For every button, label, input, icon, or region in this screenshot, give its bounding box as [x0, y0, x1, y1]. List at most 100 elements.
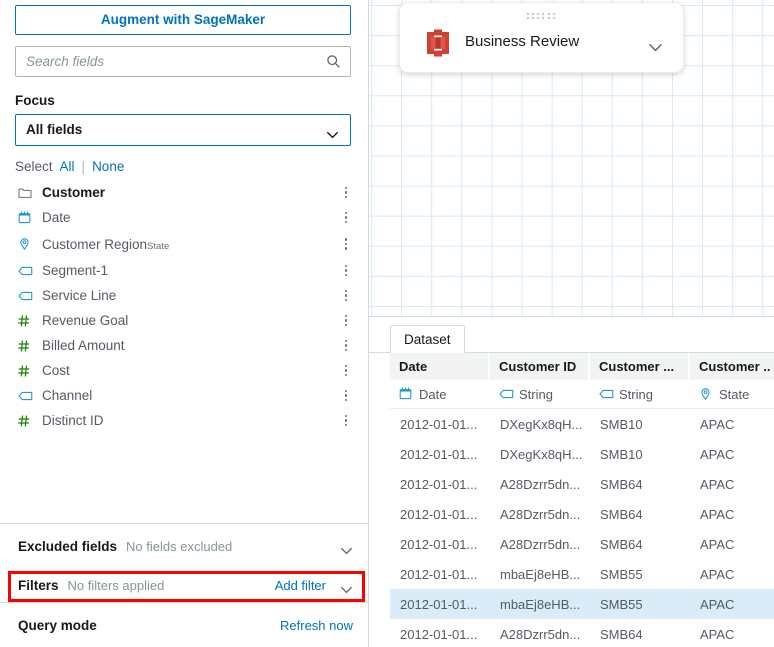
field-menu-button[interactable] — [339, 185, 353, 201]
calendar-icon — [399, 387, 413, 401]
field-text: Revenue Goal — [42, 313, 339, 328]
chevron-down-icon[interactable] — [340, 543, 353, 551]
geo-pin-icon — [18, 237, 34, 251]
field-menu-button[interactable] — [339, 210, 353, 226]
field-row[interactable]: Cost — [0, 358, 368, 383]
select-all-link[interactable]: All — [60, 159, 75, 174]
column-header[interactable]: Customer ID — [490, 353, 590, 380]
table-row[interactable]: 2012-01-01...A28Dzrr5dn...SMB64APAC — [390, 469, 774, 499]
field-row[interactable]: Date — [0, 205, 368, 230]
add-filter-link[interactable]: Add filter — [275, 578, 326, 593]
chevron-down-icon[interactable] — [648, 40, 661, 48]
refresh-now-link[interactable]: Refresh now — [280, 618, 353, 633]
table-row[interactable]: 2012-01-01...A28Dzrr5dn...SMB64APAC — [390, 529, 774, 559]
table-cell: SMB64 — [590, 619, 690, 647]
table-cell: APAC — [690, 439, 774, 469]
table-cell: SMB64 — [590, 469, 690, 499]
field-name: Revenue Goal — [42, 313, 128, 328]
column-type-label: String — [519, 387, 553, 402]
column-type-cell[interactable]: String — [490, 380, 590, 408]
filters-title: Filters — [18, 578, 59, 593]
table-cell: SMB10 — [590, 439, 690, 469]
number-hash-icon — [18, 414, 34, 428]
table-cell: A28Dzrr5dn... — [490, 469, 590, 499]
table-row[interactable]: 2012-01-01...DXegKx8qH...SMB10APAC — [390, 409, 774, 439]
field-row[interactable]: Revenue Goal — [0, 308, 368, 333]
dataset-card[interactable]: Business Review — [399, 2, 684, 73]
table-cell: 2012-01-01... — [390, 619, 490, 647]
focus-label: Focus — [15, 93, 368, 108]
augment-with-sagemaker-button[interactable]: Augment with SageMaker — [15, 5, 351, 35]
field-row[interactable]: Billed Amount — [0, 333, 368, 358]
chevron-down-icon[interactable] — [340, 582, 353, 590]
field-menu-button[interactable] — [339, 313, 353, 329]
table-cell: A28Dzrr5dn... — [490, 619, 590, 647]
table-row[interactable]: 2012-01-01...mbaEj8eHB...SMB55APAC — [390, 589, 774, 619]
focus-select[interactable]: All fields — [15, 114, 351, 146]
string-tag-icon — [599, 387, 613, 401]
excluded-fields-note: No fields excluded — [126, 539, 232, 554]
search-input[interactable] — [16, 47, 316, 76]
column-header[interactable]: Customer .. — [690, 353, 774, 380]
field-row[interactable]: Customer RegionState — [0, 230, 368, 258]
query-mode-title: Query mode — [18, 618, 97, 633]
table-cell: APAC — [690, 619, 774, 647]
field-menu-button[interactable] — [339, 388, 353, 404]
filters-section[interactable]: Filters No filters applied Add filter — [0, 569, 368, 602]
table-cell: 2012-01-01... — [390, 529, 490, 559]
table-cell: APAC — [690, 529, 774, 559]
field-name: Channel — [42, 388, 92, 403]
field-row[interactable]: Channel — [0, 383, 368, 408]
table-cell: DXegKx8qH... — [490, 409, 590, 439]
column-type-cell[interactable]: State — [690, 380, 774, 408]
field-row[interactable]: Service Line — [0, 283, 368, 308]
table-cell: SMB55 — [590, 559, 690, 589]
column-type-label: Date — [419, 387, 446, 402]
select-all-none-row: Select All | None — [15, 159, 368, 174]
table-row[interactable]: 2012-01-01...A28Dzrr5dn...SMB64APAC — [390, 499, 774, 529]
column-header[interactable]: Date — [390, 353, 490, 380]
filters-note: No filters applied — [68, 578, 165, 593]
field-menu-button[interactable] — [339, 363, 353, 379]
select-separator: | — [82, 159, 86, 174]
field-text: Date — [42, 210, 339, 225]
search-fields-container[interactable] — [15, 46, 351, 77]
table-type-row: Date String String State — [390, 380, 774, 409]
table-row[interactable]: 2012-01-01...A28Dzrr5dn...SMB64APAC — [390, 619, 774, 647]
field-menu-button[interactable] — [339, 288, 353, 304]
field-row[interactable]: Customer — [0, 180, 368, 205]
table-cell: APAC — [690, 589, 774, 619]
dataset-preview-area: Dataset DateCustomer IDCustomer ...Custo… — [369, 316, 774, 647]
preview-grid: DateCustomer IDCustomer ...Customer ..Da… — [390, 353, 774, 647]
select-label: Select — [15, 159, 53, 174]
field-row[interactable]: Segment-1 — [0, 258, 368, 283]
select-none-link[interactable]: None — [92, 159, 124, 174]
table-header-row: DateCustomer IDCustomer ...Customer .. — [390, 353, 774, 380]
field-name: Distinct ID — [42, 413, 104, 428]
field-menu-button[interactable] — [339, 338, 353, 354]
excluded-fields-section[interactable]: Excluded fields No fields excluded — [0, 523, 368, 569]
drag-dots-icon[interactable] — [527, 13, 557, 19]
table-row[interactable]: 2012-01-01...DXegKx8qH...SMB10APAC — [390, 439, 774, 469]
table-cell: 2012-01-01... — [390, 499, 490, 529]
number-hash-icon — [18, 314, 34, 328]
table-cell: A28Dzrr5dn... — [490, 529, 590, 559]
table-cell: SMB64 — [590, 529, 690, 559]
geo-pin-icon — [699, 387, 713, 401]
column-type-label: State — [719, 387, 749, 402]
field-list: Customer Date Customer RegionStateSegment-… — [0, 180, 368, 522]
field-menu-button[interactable] — [339, 413, 353, 429]
query-mode-section[interactable]: Query mode Refresh now — [0, 602, 368, 647]
field-menu-button[interactable] — [339, 236, 353, 252]
field-subtype: State — [147, 241, 169, 252]
field-menu-button[interactable] — [339, 263, 353, 279]
column-header[interactable]: Customer ... — [590, 353, 690, 380]
column-type-cell[interactable]: Date — [390, 380, 490, 408]
column-type-cell[interactable]: String — [590, 380, 690, 408]
table-cell: A28Dzrr5dn... — [490, 499, 590, 529]
field-name: Customer — [42, 185, 105, 200]
field-row[interactable]: Distinct ID — [0, 408, 368, 433]
dataset-card-title: Business Review — [465, 33, 579, 50]
table-row[interactable]: 2012-01-01...mbaEj8eHB...SMB55APAC — [390, 559, 774, 589]
tab-dataset[interactable]: Dataset — [390, 325, 465, 353]
